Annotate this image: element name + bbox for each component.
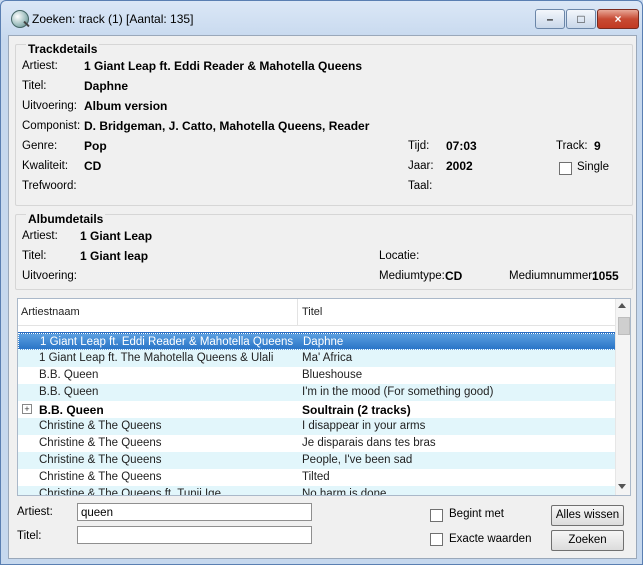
track-composer-label: Componist: xyxy=(22,120,81,132)
table-row[interactable]: Christine & The Queens Je disparais dans… xyxy=(18,435,616,452)
row-title: No harm is done xyxy=(302,488,387,496)
table-row[interactable]: 1 Giant Leap ft. Eddi Reader & Mahotella… xyxy=(18,332,617,351)
row-artist: Christine & The Queens xyxy=(39,420,162,432)
track-keyword-label: Trefwoord: xyxy=(22,180,77,192)
title-bar[interactable]: Zoeken: track (1) [Aantal: 135] – □ × xyxy=(1,1,642,35)
album-mediumtype-label: Mediumtype: xyxy=(379,270,445,282)
table-row[interactable]: Christine & The Queens I disappear in yo… xyxy=(18,418,616,435)
album-artist-value: 1 Giant Leap xyxy=(80,229,153,243)
begint-met-checkbox[interactable] xyxy=(430,509,443,522)
search-window: Zoeken: track (1) [Aantal: 135] – □ × Tr… xyxy=(0,0,643,565)
search-app-icon xyxy=(11,10,29,28)
album-mediumnr-value: 1055 xyxy=(592,269,619,283)
search-button[interactable]: Zoeken xyxy=(551,530,624,551)
row-title: Tilted xyxy=(302,471,330,483)
search-artist-input[interactable]: queen xyxy=(77,503,312,521)
list-header: Artiestnaam Titel xyxy=(18,299,616,326)
single-checkbox[interactable] xyxy=(559,162,572,175)
row-title: Blueshouse xyxy=(302,369,363,381)
track-details-heading: Trackdetails xyxy=(26,42,100,56)
row-artist: 1 Giant Leap ft. Eddi Reader & Mahotella… xyxy=(40,336,294,348)
row-title: Ma' Africa xyxy=(302,352,353,364)
track-artist-label: Artiest: xyxy=(22,60,58,72)
track-number-label: Track: xyxy=(556,140,588,152)
column-separator[interactable] xyxy=(297,299,298,325)
track-quality-value: CD xyxy=(84,159,102,173)
row-artist: B.B. Queen xyxy=(39,403,104,417)
track-number-value: 9 xyxy=(594,139,601,153)
begint-met-label: Begint met xyxy=(449,508,504,520)
table-row[interactable]: B.B. Queen I'm in the mood (For somethin… xyxy=(18,384,616,401)
search-artist-label: Artiest: xyxy=(17,506,53,518)
maximize-button[interactable]: □ xyxy=(566,9,596,29)
track-title-label: Titel: xyxy=(22,80,47,92)
minimize-icon: – xyxy=(546,12,554,26)
scroll-thumb[interactable] xyxy=(618,317,630,335)
track-version-value: Album version xyxy=(84,99,168,113)
table-row[interactable]: B.B. Queen Blueshouse xyxy=(18,367,616,384)
album-title-value: 1 Giant leap xyxy=(80,249,149,263)
row-title: I disappear in your arms xyxy=(302,420,426,432)
column-header-artist[interactable]: Artiestnaam xyxy=(21,306,80,318)
client-area: Trackdetails Artiest: 1 Giant Leap ft. E… xyxy=(8,35,637,559)
close-button[interactable]: × xyxy=(597,9,639,29)
track-version-label: Uitvoering: xyxy=(22,100,77,112)
minimize-button[interactable]: – xyxy=(535,9,565,29)
track-genre-value: Pop xyxy=(84,139,107,153)
row-artist: Christine & The Queens xyxy=(39,437,162,449)
track-artist-value: 1 Giant Leap ft. Eddi Reader & Mahotella… xyxy=(84,59,363,73)
close-icon: × xyxy=(614,12,622,26)
window-title: Zoeken: track (1) [Aantal: 135] xyxy=(32,12,194,26)
exacte-waarden-checkbox[interactable] xyxy=(430,533,443,546)
track-details-group: Trackdetails Artiest: 1 Giant Leap ft. E… xyxy=(15,42,633,206)
track-composer-value: D. Bridgeman, J. Catto, Mahotella Queens… xyxy=(84,119,370,133)
maximize-icon: □ xyxy=(577,12,585,26)
search-title-label: Titel: xyxy=(17,530,42,542)
album-mediumnr-label: Mediumnummer: xyxy=(509,270,596,282)
track-time-value: 07:03 xyxy=(446,139,477,153)
album-artist-label: Artiest: xyxy=(22,230,58,242)
table-row[interactable]: 1 Giant Leap ft. The Mahotella Queens & … xyxy=(18,350,616,367)
row-artist: B.B. Queen xyxy=(39,386,99,398)
track-genre-label: Genre: xyxy=(22,140,58,152)
table-row-group[interactable]: + B.B. Queen Soultrain (2 tracks) xyxy=(18,401,616,418)
column-header-title[interactable]: Titel xyxy=(302,306,322,318)
table-row[interactable]: Christine & The Queens Tilted xyxy=(18,469,616,486)
row-title: Soultrain (2 tracks) xyxy=(302,403,411,417)
scroll-down-arrow-icon[interactable] xyxy=(618,484,626,489)
track-language-label: Taal: xyxy=(408,180,433,192)
row-title: People, I've been sad xyxy=(302,454,413,466)
row-artist: Christine & The Queens xyxy=(39,454,162,466)
row-artist: Christine & The Queens xyxy=(39,471,162,483)
search-title-input[interactable] xyxy=(77,526,312,544)
row-artist: Christine & The Queens ft. Tunji Ige xyxy=(39,488,221,496)
track-year-label: Jaar: xyxy=(408,160,434,172)
album-mediumtype-value: CD xyxy=(445,269,463,283)
album-details-heading: Albumdetails xyxy=(26,212,106,226)
album-version-label: Uitvoering: xyxy=(22,270,77,282)
album-details-group: Albumdetails Artiest: 1 Giant Leap Titel… xyxy=(15,212,633,290)
scroll-up-arrow-icon[interactable] xyxy=(618,303,626,308)
table-row[interactable]: Christine & The Queens ft. Tunji Ige No … xyxy=(18,486,616,496)
expand-plus-icon[interactable]: + xyxy=(22,404,32,414)
album-location-label: Locatie: xyxy=(379,250,420,262)
exacte-waarden-label: Exacte waarden xyxy=(449,533,532,545)
row-artist: 1 Giant Leap ft. The Mahotella Queens & … xyxy=(39,352,274,364)
row-title: Daphne xyxy=(303,336,344,348)
clear-all-button[interactable]: Alles wissen xyxy=(551,505,624,526)
table-row[interactable]: Christine & The Queens People, I've been… xyxy=(18,452,616,469)
track-time-label: Tijd: xyxy=(408,140,430,152)
vertical-scrollbar[interactable] xyxy=(615,299,630,495)
results-list[interactable]: Artiestnaam Titel 1 Giant Leap ft. Eddi … xyxy=(17,298,631,496)
track-year-value: 2002 xyxy=(446,159,473,173)
track-quality-label: Kwaliteit: xyxy=(22,160,69,172)
row-title: I'm in the mood (For something good) xyxy=(302,386,494,398)
row-artist: B.B. Queen xyxy=(39,369,99,381)
album-title-label: Titel: xyxy=(22,250,47,262)
track-title-value: Daphne xyxy=(84,79,129,93)
row-title: Je disparais dans tes bras xyxy=(302,437,436,449)
single-label: Single xyxy=(577,161,609,173)
